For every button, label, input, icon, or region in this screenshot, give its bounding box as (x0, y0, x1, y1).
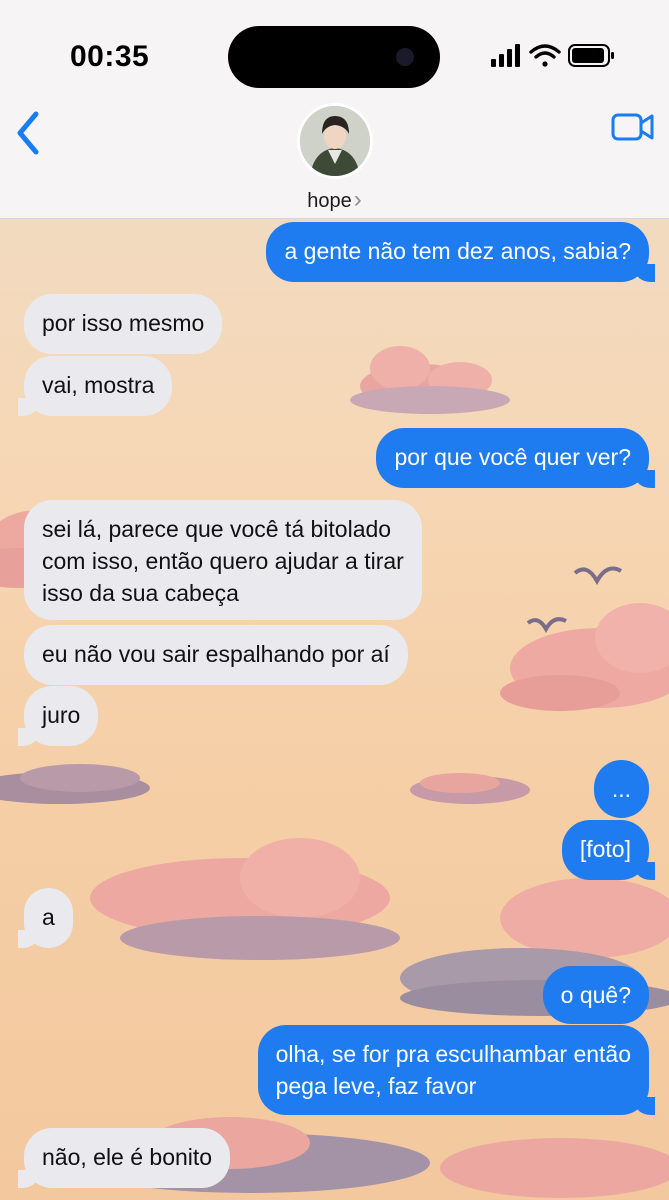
status-bar: 00:35 (0, 0, 669, 100)
wifi-icon (529, 44, 561, 67)
message-received[interactable]: por isso mesmo (24, 294, 223, 354)
battery-icon (568, 44, 614, 67)
message-sent[interactable]: a gente não tem dez anos, sabia? (266, 222, 655, 282)
cloud (90, 838, 400, 960)
cloud (350, 346, 510, 414)
avatar[interactable] (297, 103, 373, 179)
message-received[interactable]: sei lá, parece que você tá bitolado com … (24, 500, 422, 620)
message-received[interactable]: a (18, 888, 73, 948)
cloud (410, 773, 530, 804)
message-received[interactable]: não, ele é bonito (17, 1128, 231, 1188)
camera-icon (396, 48, 414, 66)
bird (573, 566, 622, 586)
message-received[interactable]: vai, mostra (17, 356, 173, 416)
message-sent[interactable]: olha, se for pra esculhambar então pega … (257, 1025, 656, 1115)
signal-icon (491, 44, 520, 67)
message-received[interactable]: juro (17, 686, 99, 746)
conversation-header: 00:35 hope› (0, 0, 669, 219)
video-call-icon[interactable] (611, 110, 655, 144)
contact-name-button[interactable]: hope› (0, 186, 669, 214)
message-sent[interactable]: por que você quer ver? (376, 428, 655, 488)
message-sent[interactable]: o quê? (542, 966, 649, 1024)
status-icons (491, 44, 614, 67)
contact-name: hope (307, 190, 352, 212)
status-time: 00:35 (70, 40, 150, 73)
dynamic-island (228, 26, 440, 88)
cloud (500, 603, 669, 711)
contact-chevron-icon: › (353, 186, 362, 213)
message-sent[interactable]: ... (593, 760, 649, 818)
message-received[interactable]: eu não vou sair espalhando por aí (24, 625, 408, 685)
back-chevron-icon[interactable] (10, 108, 50, 158)
cloud (0, 764, 150, 804)
message-sent[interactable]: [foto] (561, 820, 656, 880)
bird (526, 617, 567, 634)
